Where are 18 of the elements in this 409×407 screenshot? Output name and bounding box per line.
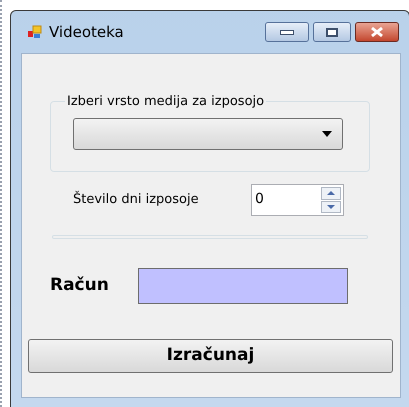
close-icon	[369, 26, 385, 38]
window-title: Videoteka	[49, 22, 124, 43]
days-value: 0	[254, 190, 265, 209]
days-spinner[interactable]: 0	[251, 184, 344, 216]
close-button[interactable]	[355, 22, 399, 42]
spin-up-button[interactable]	[321, 187, 341, 200]
dropdown-arrow-icon	[322, 130, 332, 136]
spin-down-button[interactable]	[321, 200, 341, 213]
down-arrow-icon	[327, 204, 335, 209]
minimize-button[interactable]	[265, 22, 309, 42]
group-title: Izberi vrsto medija za izposojo	[66, 93, 266, 111]
up-arrow-icon	[327, 191, 335, 196]
maximize-button[interactable]	[313, 22, 351, 42]
media-dropdown[interactable]	[73, 118, 343, 150]
bill-label: Račun	[50, 274, 110, 298]
calculate-button[interactable]: Izračunaj	[28, 339, 393, 373]
days-label: Število dni izposoje	[73, 190, 200, 210]
app-icon	[27, 24, 43, 40]
